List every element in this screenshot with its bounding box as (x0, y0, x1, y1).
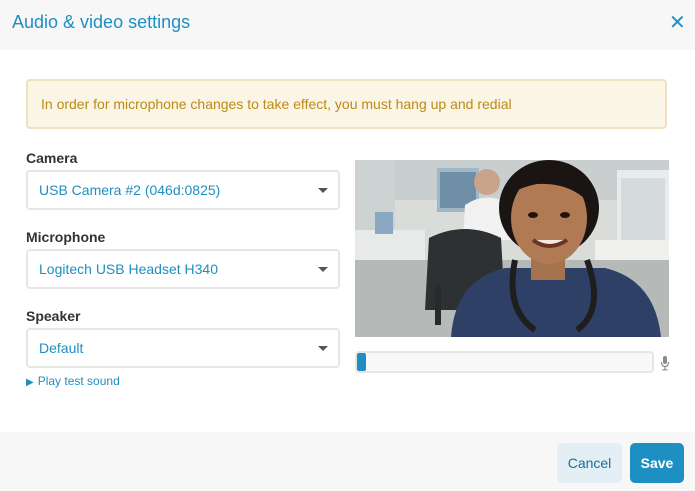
cancel-button[interactable]: Cancel (557, 443, 622, 483)
mic-level-meter (355, 351, 654, 373)
camera-select[interactable]: USB Camera #2 (046d:0825) (26, 170, 340, 210)
chevron-down-icon (318, 267, 328, 272)
play-test-sound-link[interactable]: ▶ Play test sound (26, 374, 120, 388)
play-test-sound-label: Play test sound (37, 374, 120, 388)
play-icon: ▶ (26, 377, 34, 388)
camera-label: Camera (26, 150, 78, 166)
speaker-label: Speaker (26, 308, 81, 324)
microphone-select[interactable]: Logitech USB Headset H340 (26, 249, 340, 289)
speaker-select-value: Default (39, 340, 84, 356)
microphone-icon (660, 356, 670, 371)
chevron-down-icon (318, 346, 328, 351)
speaker-select[interactable]: Default (26, 328, 340, 368)
microphone-label: Microphone (26, 229, 106, 245)
camera-select-value: USB Camera #2 (046d:0825) (39, 182, 221, 198)
camera-preview (355, 160, 669, 337)
notice-banner: In order for microphone changes to take … (26, 79, 667, 129)
microphone-select-value: Logitech USB Headset H340 (39, 261, 218, 277)
chevron-down-icon (318, 188, 328, 193)
dialog-title: Audio & video settings (12, 12, 191, 32)
save-button[interactable]: Save (630, 443, 684, 483)
camera-preview-image (355, 160, 669, 337)
mic-level-fill (357, 353, 366, 371)
close-icon[interactable]: ✕ (669, 13, 686, 33)
